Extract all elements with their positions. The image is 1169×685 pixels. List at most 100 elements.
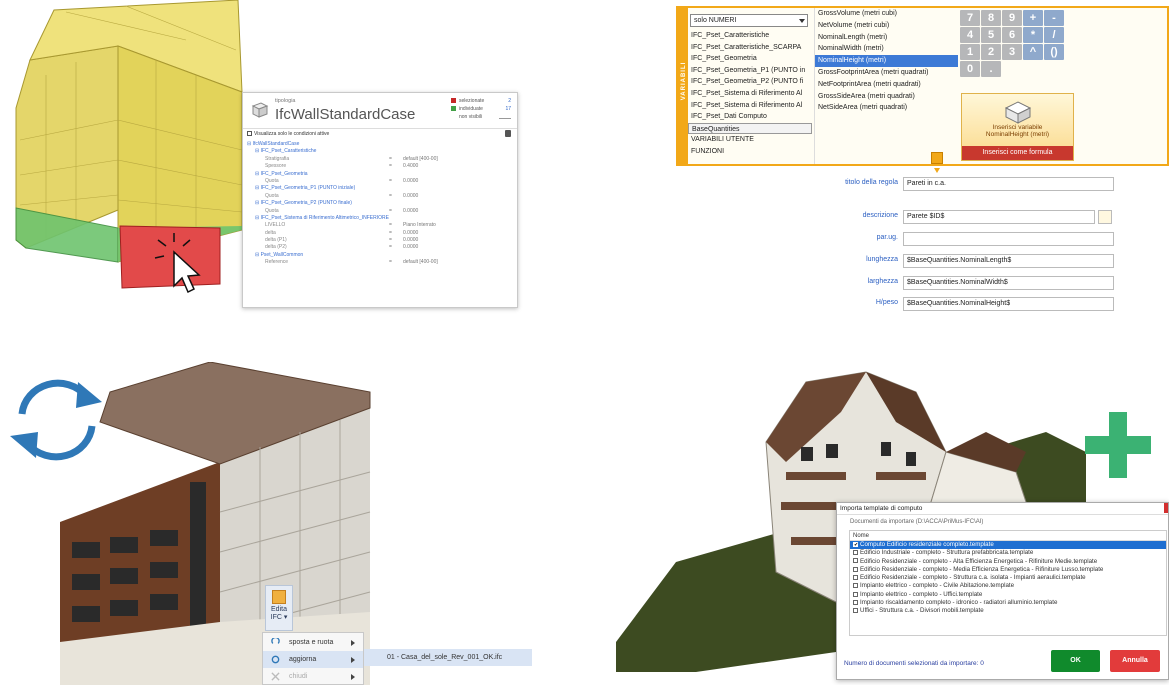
property-row: delta = 0.0000 <box>247 230 511 237</box>
template-checkbox[interactable] <box>853 575 858 581</box>
rule-field-label: larghezza <box>867 278 898 285</box>
column-header-name[interactable]: Nome <box>850 531 1166 541</box>
cancel-button[interactable]: Annulla <box>1110 650 1160 672</box>
keypad-key[interactable]: 4 <box>960 27 980 43</box>
template-list-item[interactable]: Uffici - Struttura c.a. - Divisori mobil… <box>850 607 1166 615</box>
rule-field-input[interactable]: $BaseQuantities.NominalHeight$ <box>903 297 1114 311</box>
property-name: Reference <box>265 259 289 266</box>
property-equals: = <box>389 207 392 214</box>
group-list-item[interactable]: FUNZIONI <box>688 146 812 158</box>
ok-button[interactable]: OK <box>1051 650 1100 672</box>
menu-item-update[interactable]: aggiorna <box>263 651 363 668</box>
insert-variable-button[interactable]: Inserisci variabile NominalHeight (metri)… <box>961 93 1074 161</box>
group-list-item[interactable]: IFC_Pset_Dati Computo <box>688 111 812 123</box>
template-list-item[interactable]: Edificio Residenziale - completo - Alta … <box>850 558 1166 566</box>
edit-ifc-button[interactable]: Edita IFC ▾ <box>265 585 293 631</box>
template-list-item[interactable]: Edificio Industriale - completo - Strutt… <box>850 549 1166 557</box>
keypad-key[interactable]: / <box>1044 27 1064 43</box>
property-name: delta <box>265 229 276 236</box>
template-list-item[interactable]: Impianto elettrico - completo - Civile A… <box>850 582 1166 590</box>
template-list-item[interactable]: ✔ Computo Edificio residenziale completo.… <box>850 541 1166 550</box>
template-list: Nome ✔ Computo Edificio residenziale comp… <box>849 530 1167 636</box>
lock-icon[interactable] <box>505 130 511 137</box>
template-checkbox[interactable] <box>853 550 858 556</box>
rule-form-row: H/peso $BaseQuantities.NominalHeight$ <box>780 297 1116 311</box>
close-button[interactable] <box>1164 503 1168 513</box>
field-list-item[interactable]: NetVolume (metri cubi) <box>815 20 958 32</box>
rule-field-input[interactable]: Pareti in c.a. <box>903 177 1114 191</box>
property-row: Quota = 0.0000 <box>247 208 511 215</box>
template-name: Edificio Industriale - completo - Strutt… <box>860 549 1034 557</box>
group-list-item[interactable]: VARIABILI UTENTE <box>688 134 812 146</box>
variables-side-tab: VARIABILI <box>678 8 688 164</box>
field-list-item[interactable]: NominalHeight (metri) <box>815 55 958 67</box>
property-row: Spessore = 0.4000 <box>247 163 511 170</box>
rule-field-input[interactable] <box>903 232 1114 246</box>
template-list-item[interactable]: Impianto riscaldamento completo - idroni… <box>850 599 1166 607</box>
stat-found: individuate 17 <box>451 105 511 113</box>
keypad-key[interactable]: 0 <box>960 61 980 77</box>
edit-ifc-context-menu: sposta e ruota aggiorna chiudi <box>262 632 364 685</box>
rule-field-input[interactable]: $BaseQuantities.NominalWidth$ <box>903 276 1114 290</box>
calculator-keypad: 7 8 9 + - 4 5 6 */ 1 2 3 ^() 0. <box>960 10 1064 92</box>
keypad-key[interactable]: 5 <box>981 27 1001 43</box>
template-list-item[interactable]: Edificio Residenziale - completo - Media… <box>850 566 1166 574</box>
keypad-key[interactable]: ^ <box>1023 44 1043 60</box>
filter-dropdown[interactable]: solo NUMERI <box>690 14 808 27</box>
template-list-item[interactable]: Impianto elettrico - completo - Uffici.t… <box>850 591 1166 599</box>
show-active-checkbox[interactable]: Visualizza solo le condizioni attive <box>247 131 329 137</box>
group-list-item[interactable]: IFC_Pset_Geometria_P1 (PUNTO in <box>688 65 812 77</box>
keypad-key[interactable]: * <box>1023 27 1043 43</box>
keypad-key[interactable]: 8 <box>981 10 1001 26</box>
menu-item-close[interactable]: chiudi <box>263 668 363 685</box>
group-list-item[interactable]: IFC_Pset_Sistema di Riferimento Al <box>688 88 812 100</box>
template-checkbox[interactable] <box>853 608 858 614</box>
group-list-item[interactable]: IFC_Pset_Caratteristiche_SCARPA <box>688 42 812 54</box>
menu-item-move-rotate[interactable]: sposta e ruota <box>263 634 363 651</box>
group-list-item[interactable]: IFC_Pset_Sistema di Riferimento Al <box>688 100 812 112</box>
property-name: LIVELLO <box>265 222 286 229</box>
keypad-key[interactable]: 9 <box>1002 10 1022 26</box>
template-checkbox[interactable] <box>853 583 858 589</box>
keypad-key[interactable]: 6 <box>1002 27 1022 43</box>
keypad-key[interactable]: 2 <box>981 44 1001 60</box>
property-row: Quota = 0.0000 <box>247 178 511 185</box>
property-row: LIVELLO = Piano Interrato <box>247 222 511 229</box>
keypad-key[interactable]: . <box>981 61 1001 77</box>
rule-form-row: titolo della regola Pareti in c.a. <box>780 177 1116 191</box>
template-name: Impianto elettrico - completo - Civile A… <box>860 582 1015 590</box>
group-list-item[interactable]: BaseQuantities <box>688 122 812 135</box>
group-list-item[interactable]: IFC_Pset_Geometria_P2 (PUNTO fi <box>688 76 812 88</box>
template-checkbox[interactable] <box>853 558 858 564</box>
keypad-key[interactable]: - <box>1044 10 1064 26</box>
insert-as-formula-button[interactable]: Inserisci come formula <box>962 146 1073 160</box>
field-list-item[interactable]: GrossVolume (metri cubi) <box>815 8 958 20</box>
submenu-ifc-file[interactable]: 01 - Casa_del_sole_Rev_001_OK.ifc <box>364 649 532 666</box>
keypad-key[interactable]: 3 <box>1002 44 1022 60</box>
field-list-item[interactable]: NominalLength (metri) <box>815 32 958 44</box>
template-checkbox[interactable] <box>853 566 858 572</box>
group-list-item[interactable]: IFC_Pset_Caratteristiche <box>688 30 812 42</box>
keypad-key[interactable]: 1 <box>960 44 980 60</box>
keypad-key[interactable]: 7 <box>960 10 980 26</box>
selected-count-label: Numero di documenti selezionati da impor… <box>844 660 984 667</box>
field-list-item[interactable]: NetSideArea (metri quadrati) <box>815 102 958 114</box>
keypad-key[interactable]: () <box>1044 44 1064 60</box>
group-list-item[interactable]: IFC_Pset_Geometria <box>688 53 812 65</box>
rule-field-input[interactable]: Parete $ID$ <box>903 210 1095 224</box>
rule-field-input[interactable]: $BaseQuantities.NominalLength$ <box>903 254 1114 268</box>
description-edit-button[interactable] <box>1098 210 1112 224</box>
pencil-icon[interactable] <box>931 152 943 164</box>
field-list-item[interactable]: GrossSideArea (metri quadrati) <box>815 91 958 103</box>
template-name: Edificio Residenziale - completo - Strut… <box>860 574 1086 582</box>
keypad-key[interactable]: + <box>1023 10 1043 26</box>
template-list-item[interactable]: Edificio Residenziale - completo - Strut… <box>850 574 1166 582</box>
template-checkbox[interactable] <box>853 591 858 597</box>
field-list-item[interactable]: NetFootprintArea (metri quadrati) <box>815 79 958 91</box>
building-model-render[interactable] <box>60 362 430 685</box>
field-list-item[interactable]: GrossFootprintArea (metri quadrati) <box>815 67 958 79</box>
template-checkbox[interactable]: ✔ <box>853 541 858 547</box>
template-checkbox[interactable] <box>853 599 858 605</box>
rule-field-label: par.ug. <box>876 234 898 241</box>
field-list-item[interactable]: NominalWidth (metri) <box>815 43 958 55</box>
